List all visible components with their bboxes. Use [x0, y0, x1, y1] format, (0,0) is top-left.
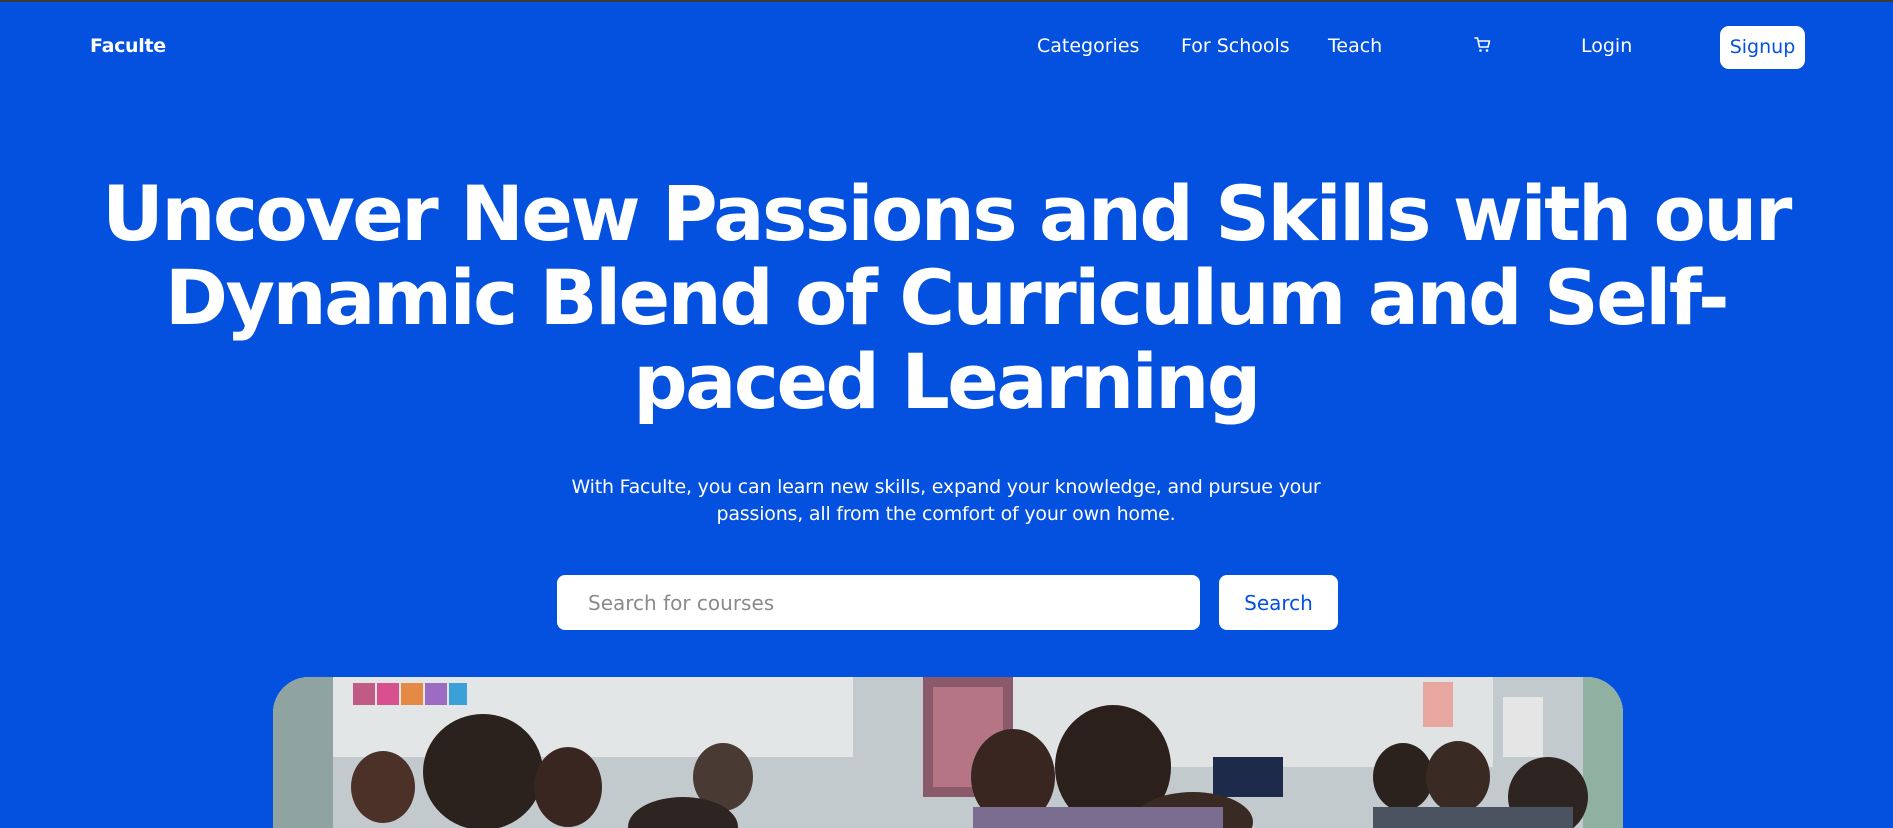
navbar: Faculte Categories For Schools Teach Log… — [0, 2, 1893, 90]
nav-link-for-schools[interactable]: For Schools — [1181, 35, 1290, 57]
brand-logo[interactable]: Faculte — [90, 35, 166, 57]
nav-link-teach[interactable]: Teach — [1328, 35, 1382, 57]
nav-link-categories[interactable]: Categories — [1037, 35, 1139, 57]
login-link[interactable]: Login — [1581, 35, 1632, 57]
hero-subtitle: With Faculte, you can learn new skills, … — [571, 476, 1321, 525]
signup-button[interactable]: Signup — [1720, 26, 1805, 69]
classroom-photo — [273, 677, 1623, 828]
cart-icon[interactable] — [1474, 36, 1492, 54]
search-button[interactable]: Search — [1219, 575, 1338, 630]
search-input[interactable] — [557, 575, 1200, 630]
hero-title: Uncover New Passions and Skills with our… — [102, 169, 1792, 426]
